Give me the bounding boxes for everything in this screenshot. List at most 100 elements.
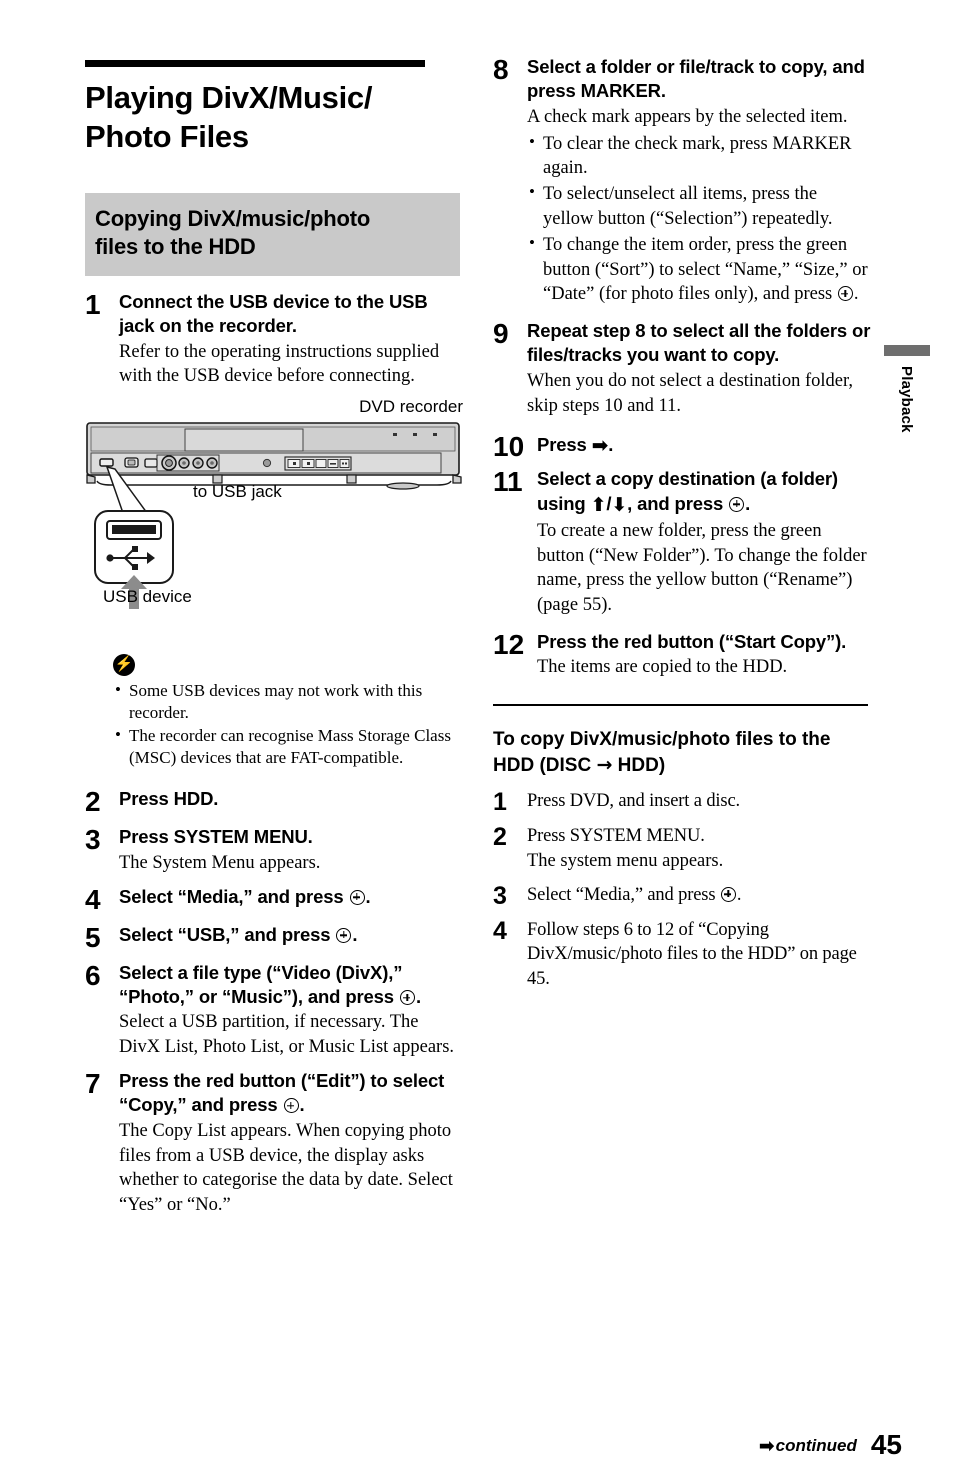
step-heading: Select “Media,” and press . xyxy=(119,885,463,909)
usb-jack-label: to USB jack xyxy=(193,482,282,502)
arrow-right-icon: ➡ xyxy=(591,433,609,458)
bullet-tail: . xyxy=(853,284,859,305)
step-body: Select “USB,” and press . xyxy=(119,923,463,947)
step-body: Press DVD, and insert a disc. xyxy=(527,789,871,813)
step-10: 10 Press ➡. xyxy=(493,432,871,461)
step-body: Press the red button (“Start Copy”). The… xyxy=(537,630,871,680)
step-number: 12 xyxy=(493,629,525,661)
step-number: 2 xyxy=(85,786,101,818)
usb-connection-diagram: DVD recorder to USB jack USB device xyxy=(85,397,463,632)
step-8: 8 Select a folder or file/track to copy,… xyxy=(493,55,871,307)
step-heading: Repeat step 8 to select all the folders … xyxy=(527,320,871,366)
arrow-thin-right-icon: → xyxy=(596,753,613,776)
step-description: The Copy List appears. When copying phot… xyxy=(119,1120,453,1216)
step-8-bullets: To clear the check mark, press MARKER ag… xyxy=(527,131,871,307)
document-page: Playing DivX/Music/ Photo Files Copying … xyxy=(0,0,954,1483)
page-number: 45 xyxy=(870,1429,902,1460)
step-number: 10 xyxy=(493,431,525,463)
section-heading-box: Copying DivX/music/photo files to the HD… xyxy=(85,192,460,276)
section-heading-line1: Copying DivX/music/photo xyxy=(95,205,371,231)
step-heading-tail: . xyxy=(299,1094,305,1116)
step-number: 7 xyxy=(85,1068,101,1099)
page-footer: ➡ continued 45 xyxy=(759,1429,902,1461)
step-heading-mid: , and press xyxy=(627,492,729,514)
step-heading-tail: . xyxy=(736,884,742,905)
side-tab-playback: Playback xyxy=(884,345,930,433)
step-body: Select “Media,” and press . xyxy=(119,885,463,909)
notes-list: Some USB devices may not work with this … xyxy=(113,679,463,769)
step-body: Press ➡. xyxy=(537,432,871,458)
step-number: 2 xyxy=(493,822,507,851)
substep-3: 3 Select “Media,” and press . xyxy=(493,883,871,909)
step-9: 9 Repeat step 8 to select all the folder… xyxy=(493,319,871,418)
step-heading: Press the red button (“Start Copy”). xyxy=(537,631,847,653)
step-heading: Select a folder or file/track to copy, a… xyxy=(527,56,865,102)
step-body: Press SYSTEM MENU. The system menu appea… xyxy=(527,824,871,874)
arrow-down-icon: ⬇ xyxy=(611,493,628,516)
step-body: Select a folder or file/track to copy, a… xyxy=(527,55,871,307)
step-heading: Press HDD. xyxy=(119,788,219,810)
usb-device-label: USB device xyxy=(103,587,192,607)
step-heading: Select a copy destination (a folder) usi… xyxy=(537,467,871,517)
side-tab-bar xyxy=(884,345,930,356)
enter-button-icon xyxy=(399,990,415,1006)
step-7: 7 Press the red button (“Edit”) to selec… xyxy=(85,1069,463,1218)
step-heading: Press ➡. xyxy=(537,432,871,458)
step-heading: Select “Media,” and press . xyxy=(527,883,871,907)
step-heading: Connect the USB device to the USB jack o… xyxy=(119,290,428,337)
step-body: Select a copy destination (a folder) usi… xyxy=(537,467,871,618)
step-number: 4 xyxy=(493,916,507,945)
title-rule xyxy=(85,60,425,67)
step-4: 4 Select “Media,” and press . xyxy=(85,885,463,914)
step-body: Press SYSTEM MENU. The System Menu appea… xyxy=(119,825,463,875)
dvd-recorder-label: DVD recorder xyxy=(359,397,463,417)
page-title-line1: Playing DivX/Music/ xyxy=(85,80,373,115)
step-heading-tail: . xyxy=(608,434,614,456)
step-number: 3 xyxy=(85,824,101,856)
step-2: 2 Press HDD. xyxy=(85,787,463,816)
step-number: 11 xyxy=(493,466,523,498)
step-heading-text: Press the red button (“Edit”) to select … xyxy=(119,1070,445,1116)
bullet-item: To select/unselect all items, press the … xyxy=(527,181,871,232)
step-heading-text: Select “Media,” and press xyxy=(527,884,720,905)
step-3: 3 Press SYSTEM MENU. The System Menu app… xyxy=(85,825,463,875)
continued-marker: ➡ continued xyxy=(759,1435,857,1461)
step-description: The System Menu appears. xyxy=(119,852,321,873)
enter-button-icon xyxy=(349,889,365,905)
bullet-text: To change the item order, press the gree… xyxy=(543,234,868,305)
step-body: Connect the USB device to the USB jack o… xyxy=(119,290,463,389)
step-heading: Select a file type (“Video (DivX),” “Pho… xyxy=(119,961,463,1010)
subsection-heading-post: HDD) xyxy=(612,754,666,776)
step-heading-text: Select a file type (“Video (DivX),” “Pho… xyxy=(119,961,403,1008)
notes-block: Some USB devices may not work with this … xyxy=(113,654,463,769)
step-description: Refer to the operating instructions supp… xyxy=(119,341,440,387)
step-1: 1 Connect the USB device to the USB jack… xyxy=(85,290,463,389)
step-description: When you do not select a destination fol… xyxy=(527,370,853,416)
step-heading: Press the red button (“Edit”) to select … xyxy=(119,1069,463,1118)
note-lightning-icon xyxy=(113,654,135,677)
step-heading: Press DVD, and insert a disc. xyxy=(527,790,740,811)
enter-button-icon xyxy=(336,927,352,943)
note-item: Some USB devices may not work with this … xyxy=(113,679,463,724)
step-number: 3 xyxy=(493,881,507,910)
page-title: Playing DivX/Music/ Photo Files xyxy=(85,79,463,157)
step-6: 6 Select a file type (“Video (DivX),” “P… xyxy=(85,961,463,1060)
subsection-heading: To copy DivX/music/photo files to the HD… xyxy=(493,728,871,778)
enter-button-icon xyxy=(283,1098,299,1114)
note-item: The recorder can recognise Mass Storage … xyxy=(113,724,463,769)
step-body: Select a file type (“Video (DivX),” “Pho… xyxy=(119,961,463,1060)
step-description: The system menu appears. xyxy=(527,851,724,872)
section-heading: Copying DivX/music/photo files to the HD… xyxy=(95,205,450,262)
section-heading-line2: files to the HDD xyxy=(95,234,256,260)
arrow-right-icon: ➡ xyxy=(758,1435,775,1457)
step-heading-text: Select “USB,” and press xyxy=(119,923,336,945)
arrow-up-icon: ⬆ xyxy=(590,493,607,516)
enter-button-icon xyxy=(720,886,736,902)
step-heading: Press SYSTEM MENU. xyxy=(119,826,313,848)
step-body: Select “Media,” and press . xyxy=(527,883,871,907)
step-heading: Select “USB,” and press . xyxy=(119,923,463,947)
section-divider xyxy=(493,704,868,707)
step-description: The items are copied to the HDD. xyxy=(537,657,788,678)
step-heading-tail: . xyxy=(352,923,358,945)
right-column: 8 Select a folder or file/track to copy,… xyxy=(493,55,871,991)
